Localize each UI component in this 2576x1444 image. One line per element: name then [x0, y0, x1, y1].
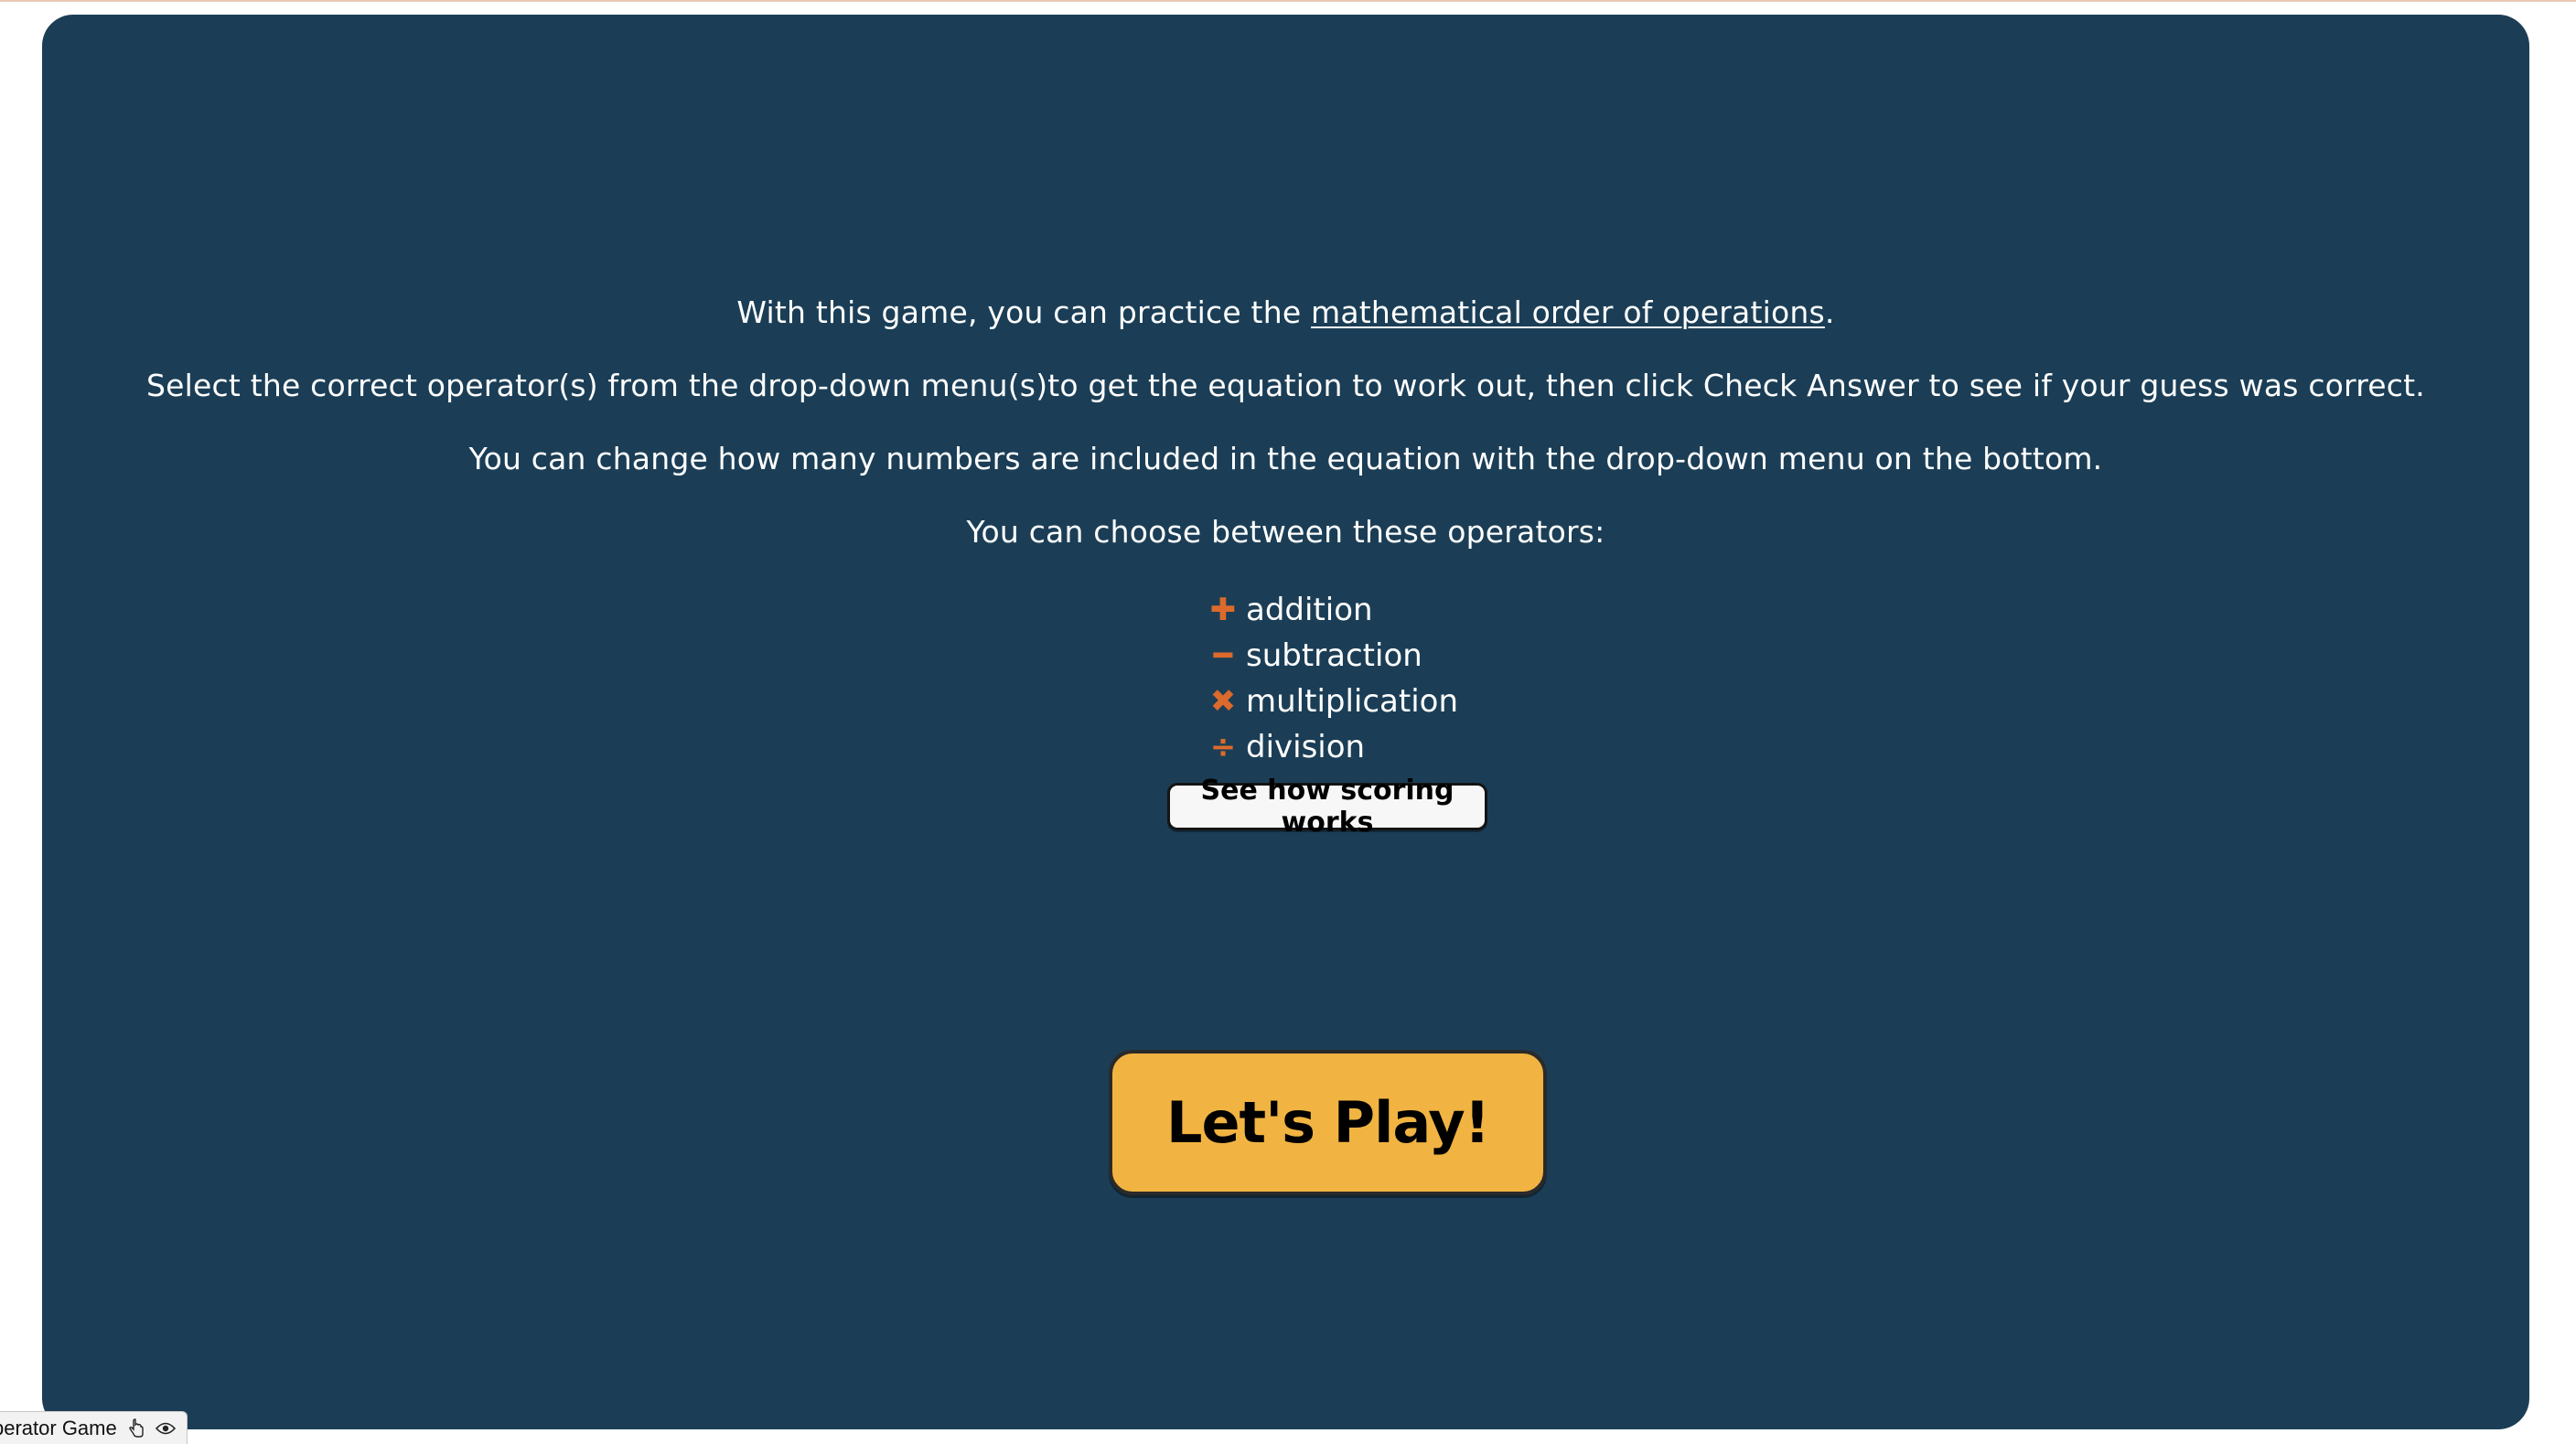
plus-icon: ✚ [1209, 592, 1237, 628]
intro-line-3: You can change how many numbers are incl… [468, 441, 2103, 476]
intro-line-1-prefix: With this game, you can practice the [736, 294, 1312, 330]
operator-item-division: ÷ division [1208, 724, 1458, 770]
eye-icon[interactable] [155, 1418, 176, 1439]
intro-line-4: You can choose between these operators: [966, 514, 1605, 550]
order-of-operations-link[interactable]: mathematical order of operations [1311, 294, 1825, 330]
see-scoring-button[interactable]: See how scoring works [1167, 775, 1487, 839]
intro-line-1: With this game, you can practice the mat… [42, 293, 2529, 333]
operator-item-subtraction: ━ subtraction [1208, 633, 1458, 679]
operator-label: addition [1246, 592, 1373, 628]
minus-icon: ━ [1213, 637, 1233, 674]
pointer-hand-icon[interactable] [126, 1417, 146, 1439]
tab-title: perator Game [0, 1416, 117, 1439]
operator-label: multiplication [1246, 683, 1459, 720]
intro-line-2: Select the correct operator(s) from the … [146, 368, 2425, 403]
operator-label: subtraction [1246, 637, 1422, 674]
lets-play-button[interactable]: Let's Play! [1109, 1050, 1547, 1195]
divide-icon: ÷ [1209, 729, 1237, 765]
intro-line-1-suffix: . [1824, 294, 1835, 330]
top-border [0, 0, 2576, 2]
multiply-icon: ✖ [1209, 683, 1237, 720]
game-intro-panel: With this game, you can practice the mat… [42, 15, 2529, 1429]
operator-item-addition: ✚ addition [1208, 587, 1458, 633]
operator-item-multiplication: ✖ multiplication [1208, 679, 1458, 724]
operator-list: ✚ addition ━ subtraction ✖ multiplicatio… [1208, 587, 1458, 770]
operator-label: division [1246, 729, 1366, 765]
page-tab-label[interactable]: perator Game [0, 1411, 188, 1444]
